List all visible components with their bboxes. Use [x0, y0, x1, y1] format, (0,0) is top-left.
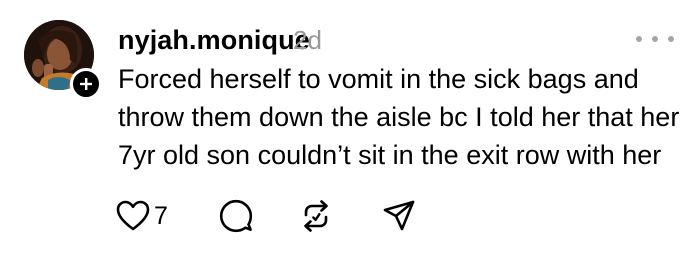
post-body-line: throw them down the aisle bc I told her … — [118, 102, 680, 132]
post-body-line: Forced herself to vomit in the sick bags… — [118, 64, 639, 94]
repost-button[interactable] — [299, 196, 333, 236]
heart-icon — [116, 200, 150, 231]
post-body: Forced herself to vomit in the sick bags… — [118, 60, 688, 174]
share-button[interactable] — [382, 196, 416, 236]
post-body-line: 7yr old son couldn’t sit in the exit row… — [118, 140, 662, 170]
repost-icon — [304, 200, 328, 232]
comment-bubble-icon — [219, 199, 253, 233]
username[interactable]: nyjah.monique — [118, 22, 310, 58]
send-icon — [383, 200, 415, 231]
follow-button[interactable] — [70, 68, 102, 100]
like-count: 7 — [154, 201, 168, 230]
like-button[interactable]: 7 — [116, 196, 168, 236]
more-dot — [668, 36, 674, 42]
more-dot — [636, 36, 642, 42]
reply-button[interactable] — [219, 196, 253, 236]
more-horizontal-icon[interactable] — [636, 32, 674, 46]
avatar-container[interactable] — [24, 20, 102, 100]
timestamp: 2d — [293, 25, 322, 55]
more-dot — [652, 36, 658, 42]
plus-icon — [80, 78, 92, 90]
thread-post: nyjah.monique 2d Forced herself to vomit… — [0, 0, 700, 256]
